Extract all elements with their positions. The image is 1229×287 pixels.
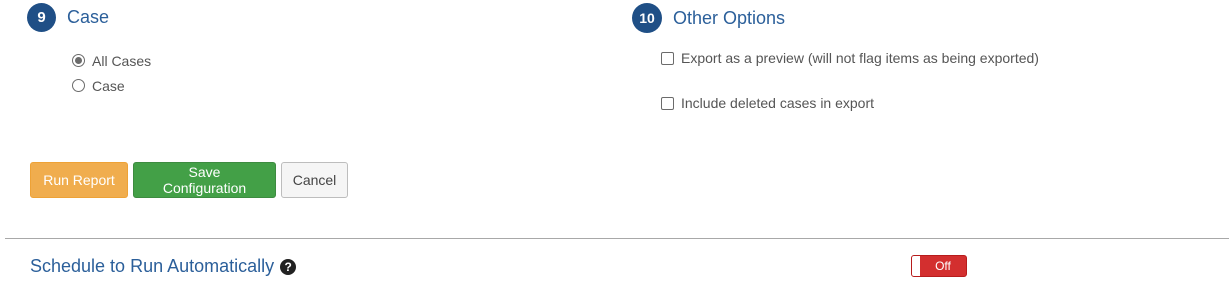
other-options-title: Other Options [673,7,786,28]
schedule-toggle[interactable]: Off [911,255,967,277]
export-preview-label: Export as a preview (will not flag items… [681,50,1039,66]
include-deleted-label: Include deleted cases in export [681,95,875,111]
step-badge-9: 9 [27,3,56,32]
radio-option-all-cases[interactable]: All Cases [72,48,151,73]
other-options-header: 10 Other Options [632,3,785,33]
export-preview-option[interactable]: Export as a preview (will not flag items… [661,50,1039,66]
schedule-header: Schedule to Run Automatically ? [30,256,297,277]
case-section-header: 9 Case [27,3,109,32]
include-deleted-option[interactable]: Include deleted cases in export [661,95,874,111]
report-config-panel: 9 Case All Cases Case 10 Other Options E… [0,0,1229,287]
cancel-button[interactable]: Cancel [281,162,348,198]
case-section-title: Case [67,7,110,27]
all-cases-label: All Cases [92,52,152,69]
action-buttons: Run Report Save Configuration Cancel [30,162,353,198]
save-configuration-button[interactable]: Save Configuration [133,162,276,198]
section-divider [5,238,1229,239]
export-preview-checkbox[interactable] [661,51,674,65]
case-label: Case [92,77,125,94]
run-report-button[interactable]: Run Report [30,162,128,198]
schedule-title: Schedule to Run Automatically [30,256,275,276]
case-radio[interactable] [72,79,85,92]
radio-option-case[interactable]: Case [72,73,151,98]
step-badge-10: 10 [632,3,662,33]
case-radio-group: All Cases Case [72,48,151,98]
include-deleted-checkbox[interactable] [661,96,674,110]
toggle-knob [912,256,920,276]
all-cases-radio[interactable] [72,54,85,67]
question-circle-icon[interactable]: ? [280,258,297,275]
toggle-label: Off [935,259,951,273]
